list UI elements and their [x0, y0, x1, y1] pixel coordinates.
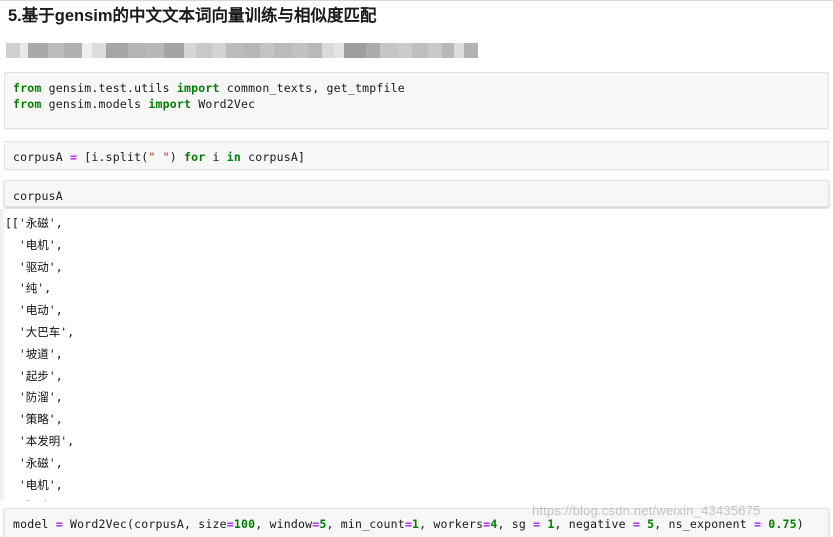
pixel-block-23	[366, 43, 380, 58]
pixel-block-26	[412, 43, 428, 58]
pixel-block-13	[212, 43, 226, 58]
pixel-block-10	[164, 43, 184, 58]
code-cell-imports-source[interactable]: from gensim.test.utils import common_tex…	[5, 73, 828, 119]
pixel-block-17	[274, 43, 292, 58]
pixel-block-9	[146, 43, 164, 58]
pixel-block-21	[334, 43, 344, 58]
pixel-block-16	[260, 43, 274, 58]
code-cell-split-source[interactable]: corpusA = [i.split(" ") for i in corpusA…	[5, 142, 828, 172]
pixel-block-4	[64, 43, 82, 58]
pixel-block-5	[82, 43, 92, 58]
code-cell-corpusA-source[interactable]: corpusA	[5, 181, 828, 211]
code-cell-imports[interactable]: from gensim.test.utils import common_tex…	[4, 72, 829, 129]
pixel-block-14	[226, 43, 244, 58]
pixel-block-29	[454, 43, 464, 58]
pixel-block-0	[6, 43, 20, 58]
cell-output-corpusA[interactable]: [['永磁', '电机', '驱动', '纯', '电动', '大巴车', '坡…	[0, 209, 833, 501]
pixel-block-11	[184, 43, 196, 58]
pixel-block-25	[398, 43, 412, 58]
page-title: 5.基于gensim的中文文本词向量训练与相似度匹配	[8, 7, 377, 25]
pixel-block-19	[308, 43, 322, 58]
pixel-block-30	[464, 43, 478, 58]
pixel-block-28	[442, 43, 454, 58]
pixel-block-8	[128, 43, 146, 58]
pixel-block-7	[106, 43, 128, 58]
page-top-divider	[0, 0, 833, 1]
pixel-block-27	[428, 43, 442, 58]
pixel-block-20	[322, 43, 334, 58]
notebook-page: 5.基于gensim的中文文本词向量训练与相似度匹配 from gensim.t…	[0, 0, 833, 537]
pixel-block-2	[28, 43, 48, 58]
pixel-block-3	[48, 43, 64, 58]
pixelated-redacted-text	[6, 43, 478, 58]
cell-output-text: [['永磁', '电机', '驱动', '纯', '电动', '大巴车', '坡…	[5, 216, 75, 501]
pixel-block-15	[244, 43, 260, 58]
code-cell-model-source[interactable]: model = Word2Vec(corpusA, size=100, wind…	[5, 509, 828, 537]
pixel-block-18	[292, 43, 308, 58]
code-cell-model[interactable]: model = Word2Vec(corpusA, size=100, wind…	[4, 508, 829, 537]
code-cell-corpusA[interactable]: corpusA	[4, 180, 829, 207]
code-cell-split[interactable]: corpusA = [i.split(" ") for i in corpusA…	[4, 141, 829, 170]
pixel-block-22	[344, 43, 366, 58]
pixel-block-12	[196, 43, 212, 58]
pixel-block-1	[20, 43, 28, 58]
pixel-block-24	[380, 43, 398, 58]
pixel-block-6	[92, 43, 106, 58]
